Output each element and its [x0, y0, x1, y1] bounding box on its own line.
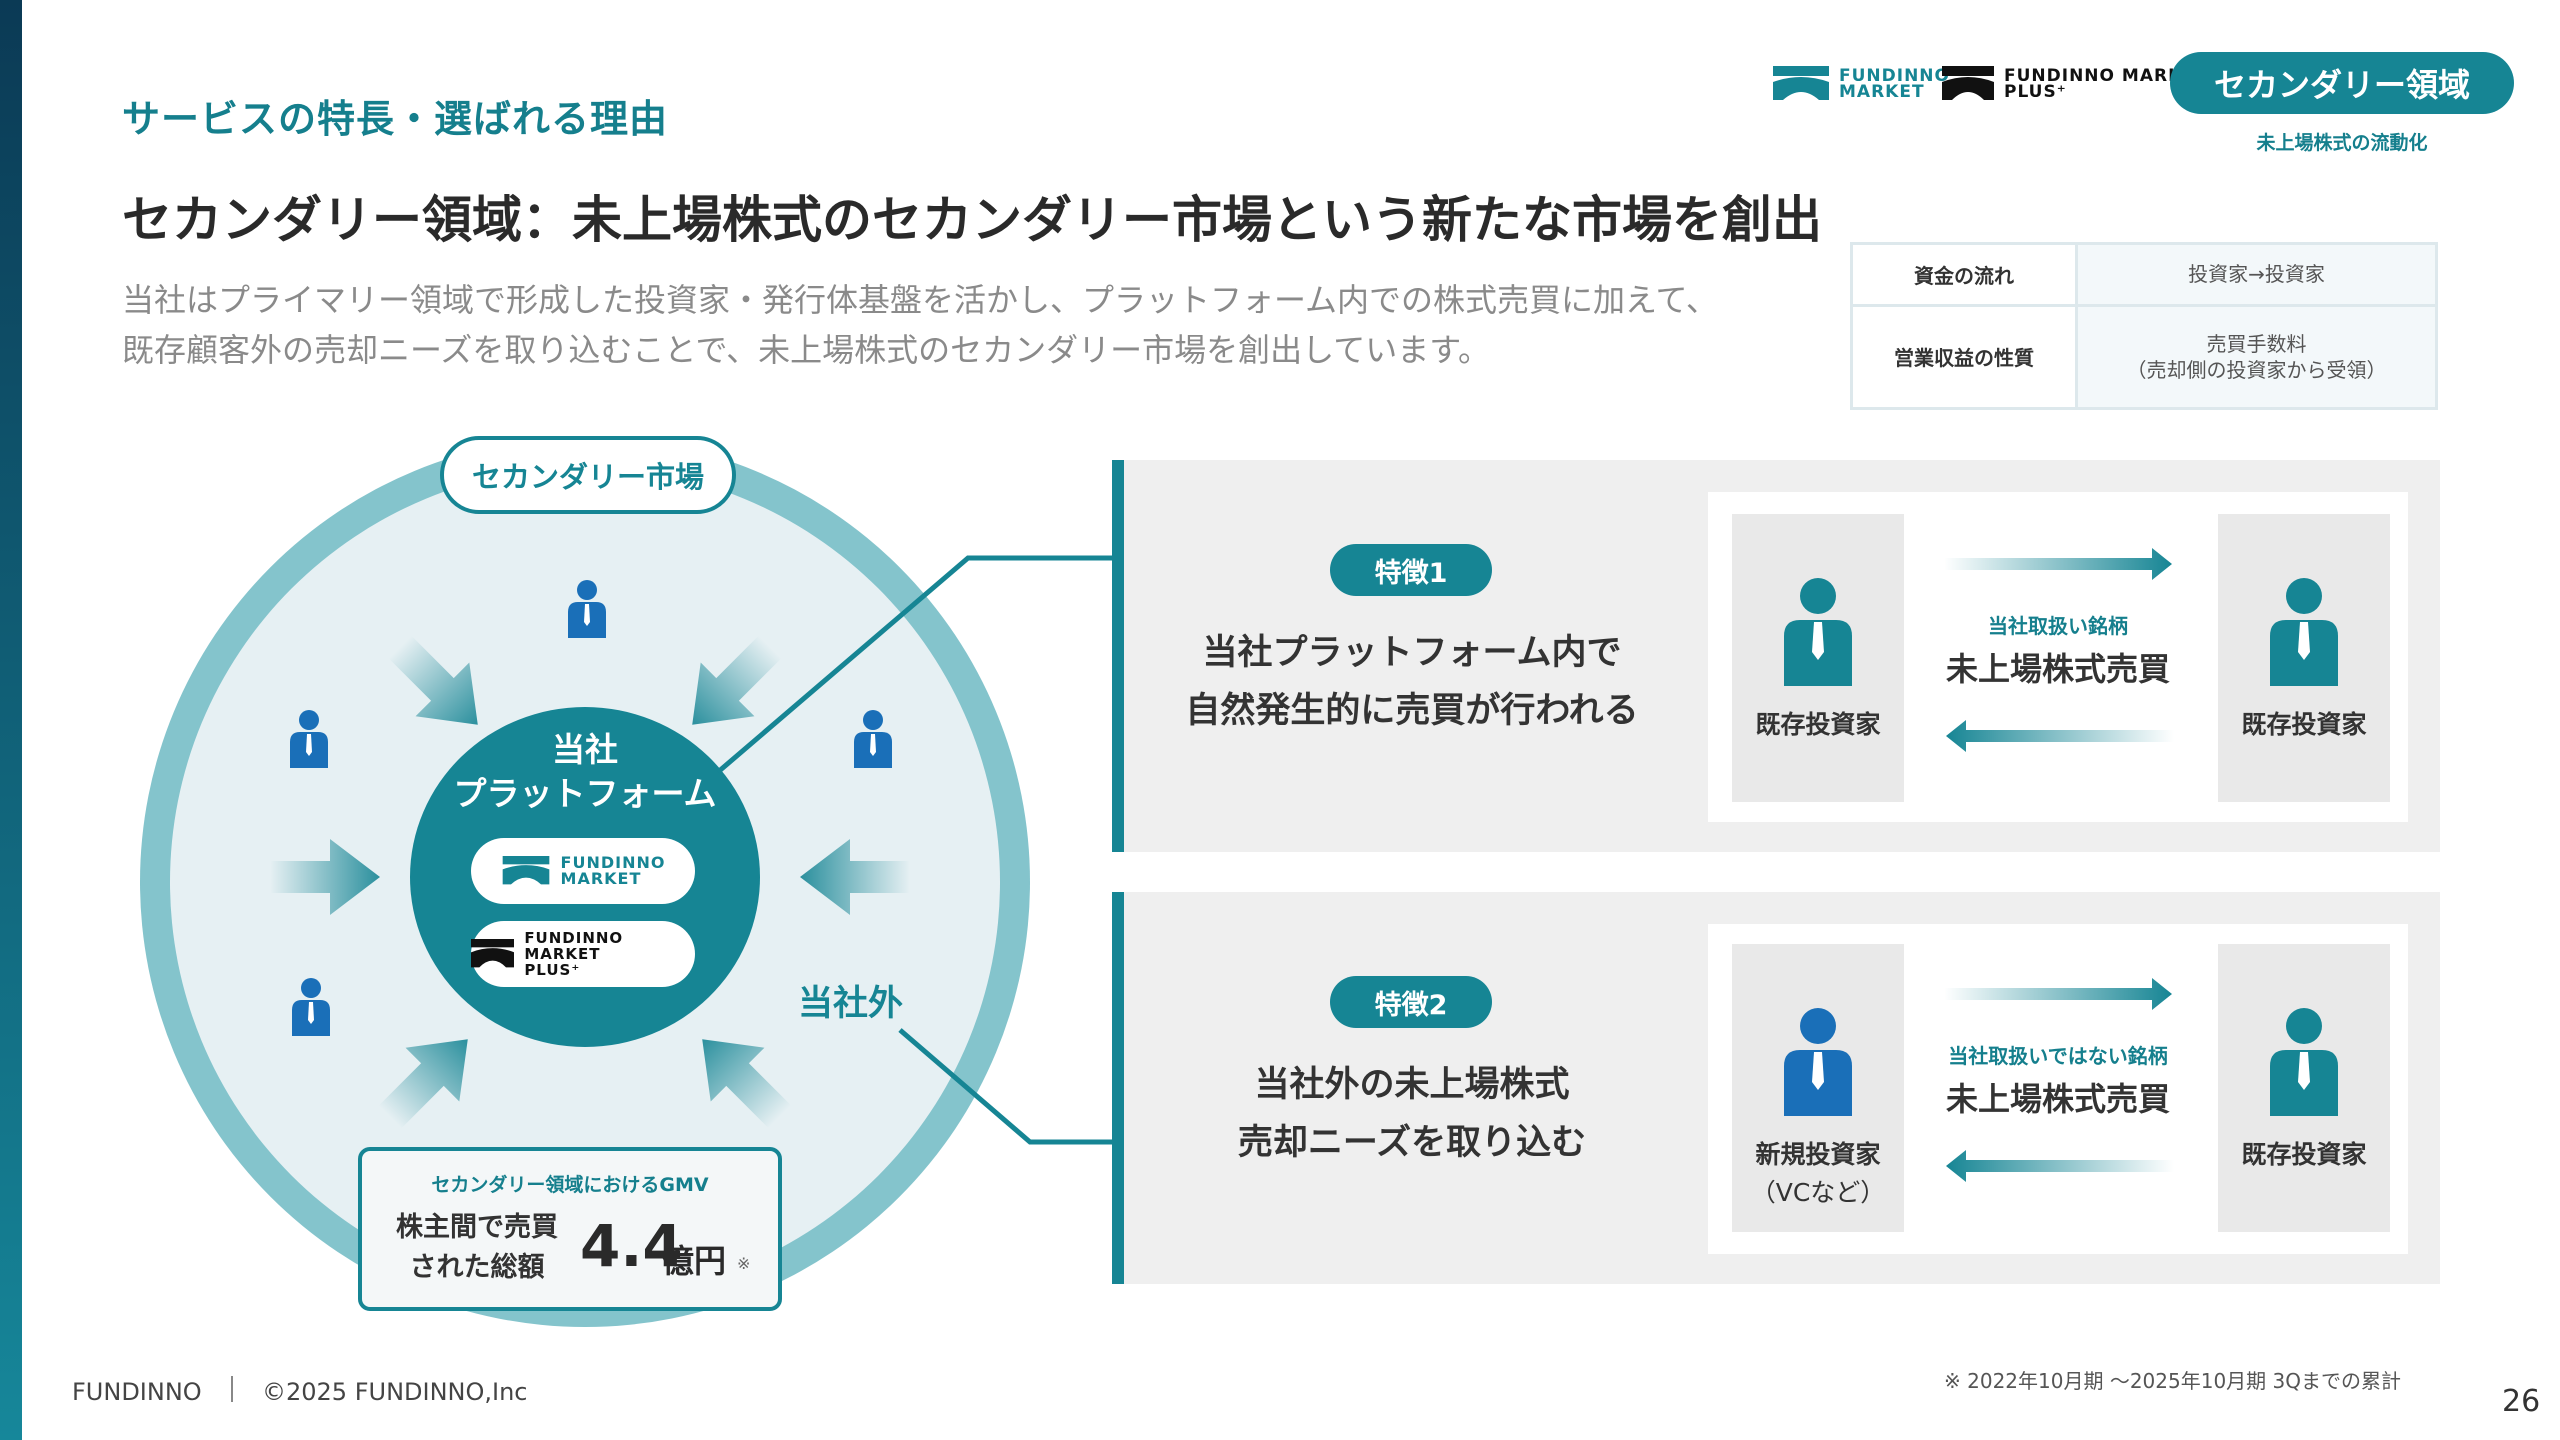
gmv-label-line1: 株主間で売買	[396, 1212, 558, 1243]
left-accent-bar	[0, 0, 22, 1440]
fundinno-market-plus-logo: FUNDINNO MARKET PLUS⁺	[1942, 66, 2207, 102]
fundinno-market-logo: FUNDINNO MARKET	[1773, 66, 1950, 102]
info-value: 売買手数料 （売却側の投資家から受領）	[2075, 303, 2438, 411]
connector-feature2	[898, 1028, 1112, 1145]
arrow-right-icon	[1944, 548, 2172, 580]
connector-lines	[716, 555, 1112, 1145]
footnote: ※ 2022年10月期 ～2025年10月期 3Qまでの累計	[1944, 1369, 2401, 1393]
trade-label: 未上場株式売買	[1945, 1080, 2170, 1118]
market-logo-line2: MARKET	[1839, 82, 1925, 102]
person-icon	[290, 710, 328, 768]
gmv-label: 株主間で売買 された総額	[396, 1208, 558, 1288]
feature-panel-bar	[1112, 892, 1124, 1284]
investor-label-left: 新規投資家 （VCなど）	[1732, 1136, 1904, 1212]
feature-text-line1: 当社外の未上場株式	[1254, 1065, 1570, 1105]
arrow-left-icon	[1946, 720, 2174, 752]
info-row-flow: 資金の流れ 投資家→投資家	[1850, 242, 2438, 307]
trade-stock-type: 当社取扱い銘柄	[1988, 614, 2128, 638]
feature-text-1: 当社プラットフォーム内で 自然発生的に売買が行われる	[1182, 624, 1642, 740]
trade-stock-type: 当社取扱いではない銘柄	[1948, 1044, 2168, 1068]
investor-label-sub: （VCなど）	[1750, 1178, 1886, 1207]
info-row-revenue: 営業収益の性質 売買手数料 （売却側の投資家から受領）	[1850, 303, 2438, 411]
investor-label-left: 既存投資家	[1755, 710, 1881, 739]
market-logo-icon	[1773, 66, 1829, 100]
arrow-left	[270, 839, 380, 915]
gmv-label-line2: された総額	[409, 1252, 545, 1283]
market-plus-logo-icon	[1942, 66, 1994, 100]
person-icon	[2270, 578, 2338, 686]
plus-logo-line2: PLUS⁺	[524, 961, 581, 979]
description-line-1: 当社はプライマリー領域で形成した投資家・発行体基盤を活かし、プラットフォーム内で…	[122, 281, 1718, 319]
domain-subtitle: 未上場株式の流動化	[2256, 132, 2428, 154]
investor-label-main: 新規投資家	[1755, 1140, 1881, 1169]
section-label: サービスの特長・選ばれる理由	[122, 97, 669, 141]
person-icon	[568, 580, 606, 638]
feature-panel-bar	[1112, 460, 1124, 852]
arrow-bottom-left	[363, 1012, 495, 1144]
info-header: 営業収益の性質	[1850, 303, 2078, 411]
person-icon	[292, 978, 330, 1036]
info-header: 資金の流れ	[1850, 242, 2078, 307]
page-title: セカンダリー領域：未上場株式のセカンダリー市場という新たな市場を創出	[122, 191, 1822, 249]
domain-pill: セカンダリー領域	[2170, 52, 2514, 114]
footer-divider	[231, 1376, 233, 1402]
market-logo-line2: MARKET	[560, 869, 642, 888]
info-value: 投資家→投資家	[2075, 242, 2438, 307]
arrow-left-icon	[1946, 1150, 2174, 1182]
feature-text-line2: 自然発生的に売買が行われる	[1185, 691, 1639, 731]
gmv-note-mark: ※	[737, 1254, 751, 1273]
market-plus-logo-pill: FUNDINNO MARKET PLUS⁺	[471, 921, 695, 987]
plus-logo-line1: FUNDINNO MARKET	[524, 929, 624, 963]
market-logo-pill: FUNDINNO MARKET	[471, 838, 695, 904]
secondary-market-tag: セカンダリー市場	[440, 436, 736, 514]
footer-brand: FUNDINNO	[72, 1378, 202, 1406]
market-plus-logo-icon	[471, 939, 515, 968]
investor-label-right: 既存投資家	[2241, 1140, 2367, 1169]
footer-copyright: ©2025 FUNDINNO,Inc	[262, 1378, 528, 1406]
market-logo-icon	[502, 856, 549, 885]
feature-pill-2: 特徴2	[1330, 976, 1492, 1028]
investor-label-right: 既存投資家	[2241, 710, 2367, 739]
feature-pill-1: 特徴1	[1330, 544, 1492, 596]
connector-feature1	[716, 555, 1112, 774]
trade-label: 未上場株式売買	[1945, 650, 2170, 688]
description-line-2: 既存顧客外の売却ニーズを取り込むことで、未上場株式のセカンダリー市場を創出してい…	[122, 331, 1491, 369]
arrow-right-icon	[1944, 978, 2172, 1010]
feature-text-line2: 売却ニーズを取り込む	[1237, 1123, 1587, 1163]
person-icon	[1784, 1008, 1852, 1116]
person-icon	[1784, 578, 1852, 686]
page-number: 26	[2502, 1384, 2541, 1419]
gmv-unit: 億円	[662, 1242, 727, 1280]
feature-text-line1: 当社プラットフォーム内で	[1202, 633, 1622, 673]
person-icon	[2270, 1008, 2338, 1116]
description: 当社はプライマリー領域で形成した投資家・発行体基盤を活かし、プラットフォーム内で…	[122, 275, 1718, 375]
gmv-heading: セカンダリー領域におけるGMV	[431, 1174, 709, 1196]
feature-text-2: 当社外の未上場株式 売却ニーズを取り込む	[1182, 1056, 1642, 1172]
info-table: 資金の流れ 投資家→投資家 営業収益の性質 売買手数料 （売却側の投資家から受領…	[1850, 242, 2438, 411]
